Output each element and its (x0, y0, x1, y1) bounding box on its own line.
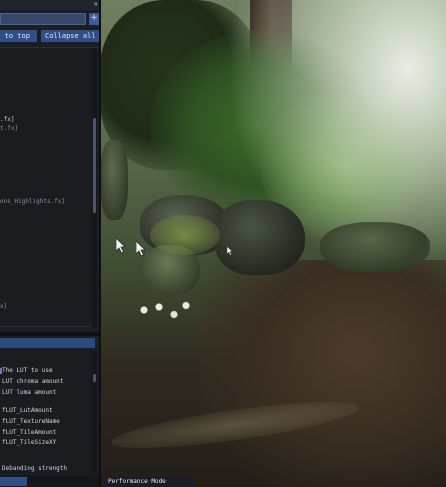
mouse-cursor-icon (227, 246, 234, 256)
effect-list-scrollbar[interactable] (92, 48, 97, 328)
panel-footer (0, 475, 99, 487)
effect-item[interactable]: .fx] (0, 116, 14, 124)
panel-titlebar[interactable]: × (0, 0, 99, 10)
search-row: + (0, 13, 99, 25)
dirt-path (200, 260, 446, 487)
performance-mode-toggle[interactable]: Performance Mode (104, 477, 194, 487)
parameter-label: The LUT to use (2, 367, 53, 374)
white-flowers (138, 298, 198, 328)
parameter-label: LUT chroma amount (2, 378, 64, 385)
mouse-cursor-icon (116, 238, 128, 254)
parameter-label: fLUT_LutAmount (2, 407, 53, 414)
effect-item[interactable]: ons_Highlights.fx] (0, 198, 65, 206)
effects-overlay-panel: × + ve to top Collapse all .fx] t.fx] on… (0, 0, 101, 487)
collapse-all-button[interactable]: Collapse all (41, 30, 99, 42)
footer-button[interactable] (0, 477, 27, 486)
rock (215, 200, 305, 275)
parameter-label: fLUT_TileAmount (2, 429, 57, 436)
effect-item[interactable]: t.fx] (0, 125, 18, 133)
rock (100, 140, 128, 220)
add-icon[interactable]: + (89, 13, 99, 25)
close-icon[interactable]: × (94, 0, 98, 9)
parameter-label: Debanding strength (2, 465, 68, 472)
parameters-header[interactable] (0, 338, 95, 348)
effect-item[interactable]: x] (0, 303, 7, 311)
parameter-label: LUT luma amount (2, 389, 57, 396)
move-to-top-button[interactable]: ve to top (0, 30, 37, 42)
parameters-scrollbar[interactable] (92, 350, 97, 474)
effect-parameters: The LUT to use LUT chroma amount LUT lum… (0, 350, 97, 474)
effect-search-input[interactable] (0, 13, 86, 25)
effect-list-buttons: ve to top Collapse all (0, 30, 99, 42)
parameter-label: fLUT_TileSizeXY (2, 439, 57, 446)
effect-list: .fx] t.fx] ons_Highlights.fx] x] (0, 47, 97, 328)
mouse-cursor-icon (136, 241, 148, 257)
panel-splitter[interactable] (0, 332, 99, 336)
moss (150, 215, 220, 255)
scrollbar-thumb[interactable] (93, 374, 96, 382)
parameter-label: fLUT_TextureName (2, 418, 60, 425)
scrollbar-thumb[interactable] (93, 118, 96, 213)
rock (320, 222, 430, 272)
